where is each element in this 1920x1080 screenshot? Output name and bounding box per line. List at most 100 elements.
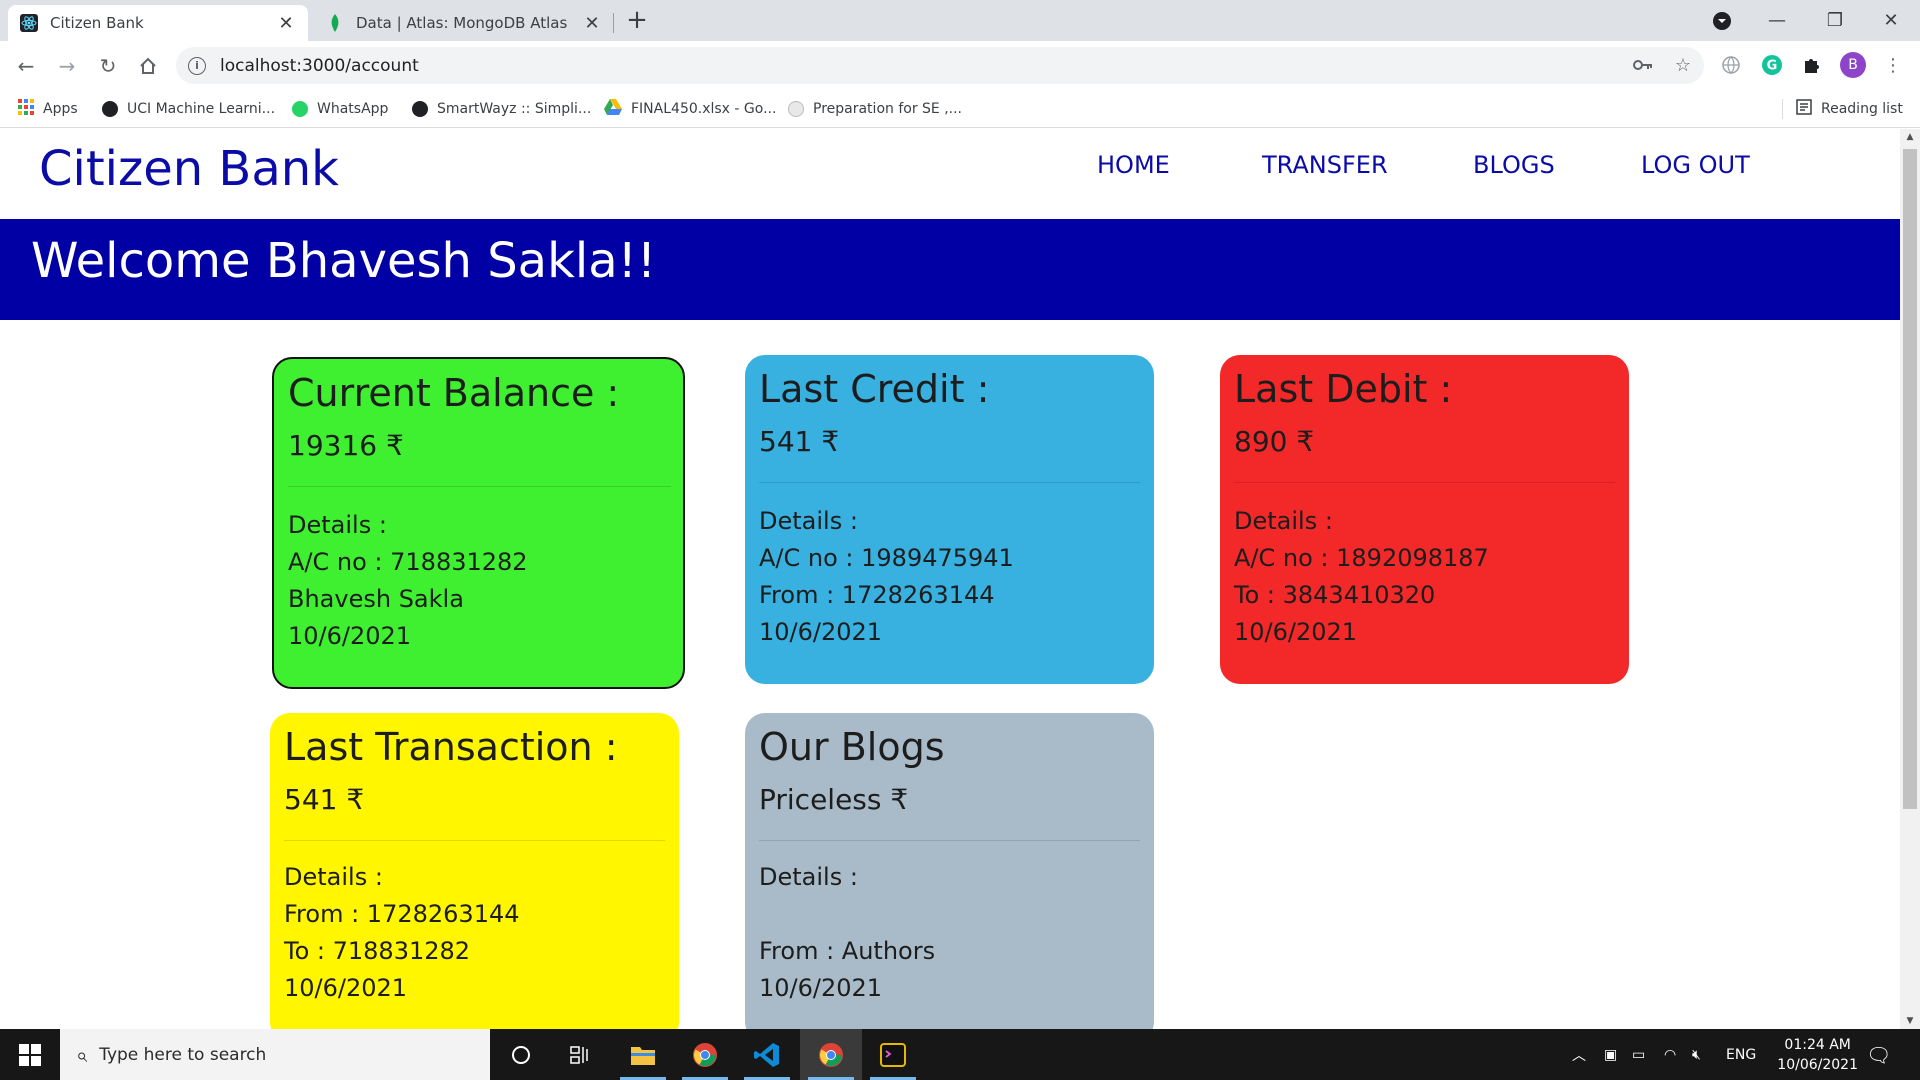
battery-icon[interactable]: ▭ [1632,1029,1645,1080]
whatsapp-icon [292,101,308,117]
bookmark-star-icon[interactable]: ☆ [1668,50,1698,80]
bookmark-final450[interactable]: FINAL450.xlsx - Go... [604,98,776,120]
react-icon [20,14,38,32]
card-details-label: Details : [284,863,383,891]
card-divider [288,486,671,487]
bookmark-label: SmartWayz :: Simpli... [437,101,592,117]
bookmarks-divider [1782,99,1783,119]
tab-title: Data | Atlas: MongoDB Atlas [356,14,568,32]
home-icon[interactable] [132,50,164,82]
bookmark-apps[interactable]: Apps [18,98,78,120]
tab-title: Citizen Bank [50,14,144,32]
card-detail-line: To : 3843410320 [1234,581,1436,609]
card-detail-line: 10/6/2021 [284,974,408,1002]
last-transaction-card: Last Transaction : 541 ₹ Details : From … [270,713,679,1029]
key-icon[interactable] [1628,50,1658,80]
card-amount: Priceless ₹ [759,783,909,816]
bookmark-label: FINAL450.xlsx - Go... [631,101,777,117]
card-heading: Last Credit : [759,367,990,411]
card-heading: Current Balance : [288,371,620,415]
wifi-icon[interactable]: ◠ [1664,1029,1676,1080]
card-amount: 541 ₹ [284,783,365,816]
web-page: Citizen Bank HOME TRANSFER BLOGS LOG OUT… [0,129,1900,1029]
reload-icon[interactable]: ↻ [92,50,124,82]
translate-extension-icon[interactable] [1716,50,1746,80]
terminal-icon[interactable] [862,1029,924,1080]
card-detail-line: Bhavesh Sakla [288,585,464,613]
card-divider [1234,482,1615,483]
restore-button[interactable]: ❐ [1806,0,1864,41]
task-view-icon[interactable] [550,1029,612,1080]
globe-icon [412,101,428,117]
scrollbar-thumb[interactable] [1903,149,1917,809]
svg-text:G: G [1767,59,1778,74]
card-heading: Last Transaction : [284,725,618,769]
card-detail-line: 10/6/2021 [288,622,412,650]
extensions-puzzle-icon[interactable] [1797,50,1827,80]
scroll-down-arrow-icon[interactable]: ▼ [1900,1013,1920,1029]
new-tab-button[interactable]: + [622,6,652,36]
card-detail-line: 10/6/2021 [759,974,883,1002]
nav-transfer[interactable]: TRANSFER [1262,151,1388,179]
cortana-icon[interactable] [490,1029,552,1080]
reading-list-button[interactable]: Reading list [1796,98,1903,120]
show-hidden-icons-icon[interactable]: ︿ [1572,1029,1586,1080]
tab-mongodb-atlas[interactable]: Data | Atlas: MongoDB Atlas ✕ [314,5,614,41]
vscode-icon[interactable] [736,1029,798,1080]
close-tab-icon[interactable]: ✕ [582,13,602,34]
file-explorer-icon[interactable] [612,1029,674,1080]
grammarly-icon[interactable]: G [1757,50,1787,80]
current-balance-card: Current Balance : 19316 ₹ Details : A/C … [272,357,685,689]
chrome-icon[interactable] [674,1029,736,1080]
chrome-active-icon[interactable] [800,1029,862,1080]
notifications-icon[interactable]: 🗨︎ [1866,1029,1891,1080]
bookmark-smartwayz[interactable]: SmartWayz :: Simpli... [412,98,591,120]
card-detail-line: From : Authors [759,937,936,965]
volume-muted-icon[interactable]: 🔇︎ [1692,1029,1701,1080]
chrome-menu-icon[interactable]: ⋮ [1878,50,1908,80]
nav-home[interactable]: HOME [1097,151,1170,179]
card-divider [759,482,1140,483]
card-detail-line: A/C no : 718831282 [288,548,528,576]
apps-grid-icon [18,99,34,119]
forward-icon[interactable]: → [51,50,83,82]
windows-taskbar: ⌕ Type here to search ︿ ▣ ▭ ◠ 🔇︎ ENG 01:… [0,1029,1920,1080]
nav-logout[interactable]: LOG OUT [1641,151,1750,179]
nav-blogs[interactable]: BLOGS [1473,151,1555,179]
site-info-icon[interactable]: i [188,56,206,75]
bookmark-preparation[interactable]: Preparation for SE ,... [788,98,962,120]
scroll-up-arrow-icon[interactable]: ▲ [1900,129,1920,145]
profile-avatar[interactable]: B [1838,50,1868,80]
welcome-text: Welcome Bhavesh Sakla!! [31,233,657,289]
browser-toolbar: ← → ↻ i localhost:3000/account ☆ G B ⋮ [0,41,1920,90]
card-details-label: Details : [1234,507,1333,535]
bookmark-label: Preparation for SE ,... [813,101,963,117]
site-brand[interactable]: Citizen Bank [39,141,339,197]
taskbar-search-input[interactable]: ⌕ Type here to search [60,1029,490,1080]
windows-start-icon[interactable] [0,1029,60,1080]
card-details-label: Details : [288,511,387,539]
close-window-button[interactable]: ✕ [1862,0,1920,41]
meet-now-icon[interactable]: ▣ [1604,1029,1617,1080]
card-detail-line: 10/6/2021 [1234,618,1358,646]
tab-search-icon[interactable] [1692,0,1752,41]
address-bar[interactable]: i localhost:3000/account [176,47,1704,84]
profile-initial: B [1848,57,1858,73]
close-tab-icon[interactable]: ✕ [276,13,296,34]
reading-list-label: Reading list [1821,101,1903,117]
lightbulb-icon [788,101,804,117]
bookmark-uci[interactable]: UCI Machine Learni... [102,98,275,120]
language-indicator[interactable]: ENG [1726,1029,1756,1080]
our-blogs-card[interactable]: Our Blogs Priceless ₹ Details : From : A… [745,713,1154,1029]
url-text: localhost:3000/account [220,55,419,76]
minimize-button[interactable]: — [1748,0,1806,41]
search-placeholder: Type here to search [99,1044,267,1065]
card-amount: 890 ₹ [1234,425,1315,458]
reading-list-icon [1796,99,1812,119]
back-icon[interactable]: ← [10,50,42,82]
bookmark-whatsapp[interactable]: WhatsApp [292,98,388,120]
page-scrollbar[interactable]: ▲ ▼ [1900,129,1920,1029]
system-clock[interactable]: 01:24 AM 10/06/2021 [1777,1035,1858,1075]
last-credit-card: Last Credit : 541 ₹ Details : A/C no : 1… [745,355,1154,684]
tab-citizen-bank[interactable]: Citizen Bank ✕ [8,5,308,41]
